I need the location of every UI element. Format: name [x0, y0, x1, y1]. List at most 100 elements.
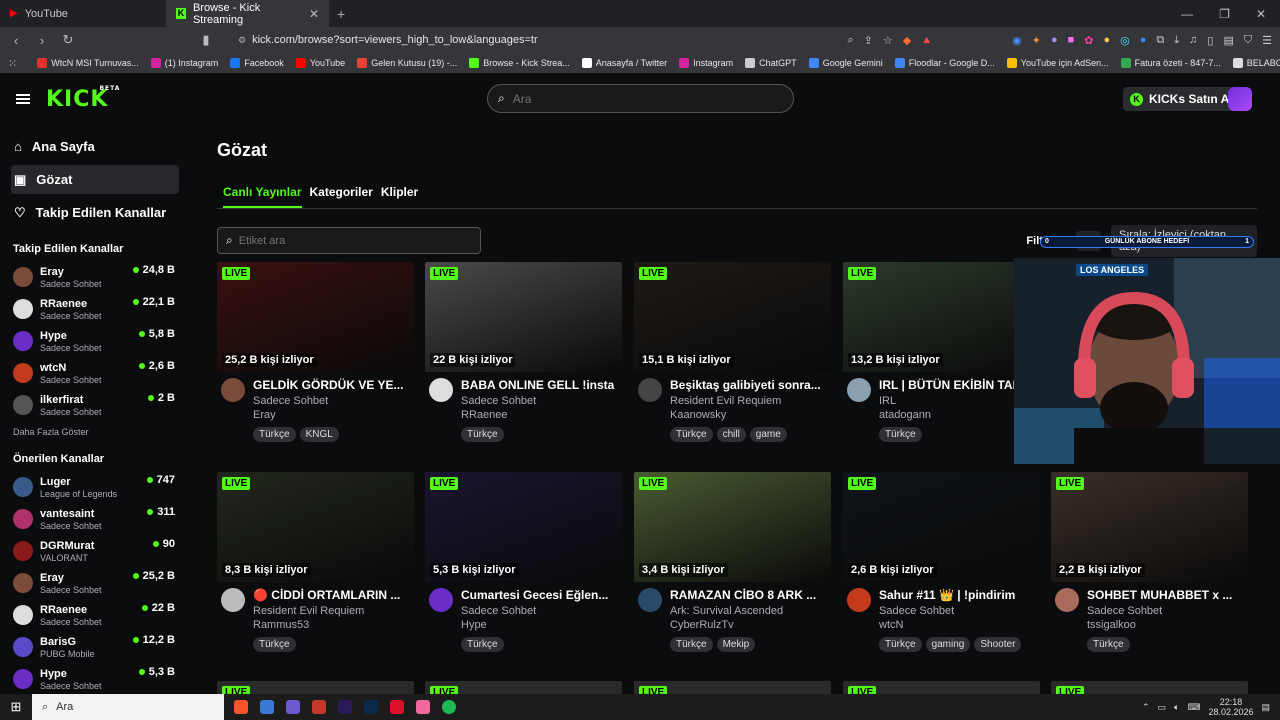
- notification-icon[interactable]: ▤: [1261, 702, 1270, 713]
- close-tab-icon[interactable]: ✕: [309, 7, 319, 21]
- channel-name[interactable]: Kaanowsky: [670, 409, 830, 421]
- extension-icon[interactable]: ◉: [1012, 34, 1022, 47]
- sidebar-channel[interactable]: Eray Sadece Sohbet 24,8 B: [0, 261, 190, 293]
- taskbar-search[interactable]: ⌕ Ara: [32, 694, 224, 720]
- bookmark-item[interactable]: Floodlar - Google D...: [889, 58, 1001, 68]
- bookmark-item[interactable]: Browse - Kick Strea...: [463, 58, 576, 68]
- tag-chip[interactable]: chill: [716, 427, 746, 442]
- tag-chip[interactable]: Türkçe: [461, 427, 504, 442]
- avatar[interactable]: [429, 378, 453, 402]
- bookmark-item[interactable]: Anasayfa / Twitter: [576, 58, 673, 68]
- extension-icon[interactable]: ■: [1068, 34, 1075, 47]
- tab-clips[interactable]: Klipler: [381, 179, 418, 208]
- brave-shield-icon[interactable]: ◆: [903, 34, 911, 47]
- extension-icon[interactable]: ●: [1104, 34, 1111, 47]
- clock[interactable]: 22:18 28.02.2026: [1208, 697, 1253, 717]
- tag-chip[interactable]: Türkçe: [253, 637, 296, 652]
- stream-title[interactable]: Cumartesi Gecesi Eğlen...: [461, 588, 621, 602]
- sidebar-channel[interactable]: RRaenee Sadece Sohbet 22 B: [0, 599, 190, 631]
- avatar[interactable]: [221, 378, 245, 402]
- tab-live-streams[interactable]: Canlı Yayınlar: [223, 179, 302, 208]
- stream-card[interactable]: LIVE 3,4 B kişi izliyor RAMAZAN CİBO 8 ARK…: [634, 472, 831, 652]
- stream-category[interactable]: Sadece Sohbet: [253, 395, 413, 407]
- sidebar-channel[interactable]: BarisG PUBG Mobile 12,2 B: [0, 631, 190, 663]
- stream-card[interactable]: LIVE 8,3 B kişi izliyor 🔴 CİDDİ ORTAMLARIN…: [217, 472, 414, 652]
- show-more-link[interactable]: Daha Fazla Göster: [13, 427, 190, 437]
- brave-icon[interactable]: [234, 700, 248, 714]
- new-tab-icon[interactable]: +: [329, 6, 353, 22]
- stream-title[interactable]: Sahur #11 👑 | !pindirim: [879, 588, 1039, 602]
- tag-chip[interactable]: Türkçe: [879, 427, 922, 442]
- tag-chip[interactable]: Türkçe: [670, 637, 713, 652]
- stream-card[interactable]: LIVE 2,6 B kişi izliyor Sahur #11 👑 | !pin…: [843, 472, 1040, 652]
- minimize-icon[interactable]: —: [1181, 7, 1193, 21]
- kick-logo[interactable]: KICK BETA: [46, 85, 119, 112]
- site-search[interactable]: ⌕: [487, 84, 794, 113]
- channel-name[interactable]: tssigalkoo: [1087, 619, 1247, 631]
- stream-card[interactable]: LIVE 5,3 B kişi izliyor Cumartesi Gecesi E…: [425, 472, 622, 652]
- tab-youtube[interactable]: ▶ YouTube: [0, 0, 166, 27]
- star-icon[interactable]: ☆: [883, 34, 893, 47]
- vpn-icon[interactable]: ⛉: [1244, 34, 1252, 47]
- menu-icon[interactable]: ☰: [1262, 34, 1272, 47]
- stream-thumbnail[interactable]: LIVE: [634, 681, 831, 695]
- keyboard-icon[interactable]: ⌨: [1187, 702, 1200, 713]
- extension-icon[interactable]: ✿: [1084, 34, 1093, 47]
- forward-icon[interactable]: ›: [34, 33, 50, 48]
- stream-category[interactable]: Sadece Sohbet: [1087, 605, 1247, 617]
- hamburger-menu-icon[interactable]: [16, 94, 30, 104]
- stream-card[interactable]: LIVE 2,2 B kişi izliyor SOHBET MUHABBET x …: [1051, 472, 1248, 652]
- stream-thumbnail[interactable]: LIVE: [1051, 681, 1248, 695]
- sidebar-channel[interactable]: Hype Sadece Sohbet 5,8 B: [0, 325, 190, 357]
- sidebar-item-following[interactable]: ♡ Takip Edilen Kanallar: [11, 198, 179, 227]
- tag-chip[interactable]: game: [749, 427, 787, 442]
- puzzle-icon[interactable]: ⧉: [1156, 34, 1164, 47]
- bookmark-item[interactable]: Instagram: [673, 58, 739, 68]
- stream-title[interactable]: BABA ONLINE GELL !insta: [461, 378, 621, 392]
- url-field[interactable]: ⚙ kick.com/browse?sort=viewers_high_to_l…: [238, 30, 778, 50]
- opera-icon[interactable]: [390, 700, 404, 714]
- apps-icon[interactable]: ⁙: [8, 57, 17, 70]
- tag-chip[interactable]: gaming: [925, 637, 971, 652]
- bookmark-item[interactable]: BELABOX cloud: [1227, 58, 1280, 68]
- stream-thumbnail[interactable]: LIVE 2,6 B kişi izliyor: [843, 472, 1040, 582]
- extension-icon[interactable]: ✦: [1032, 34, 1041, 47]
- extension-icon[interactable]: ●: [1051, 34, 1058, 47]
- tag-search-input[interactable]: [238, 234, 459, 247]
- stream-thumbnail[interactable]: LIVE 5,3 B kişi izliyor: [425, 472, 622, 582]
- stream-thumbnail[interactable]: LIVE 22 B kişi izliyor: [425, 262, 622, 372]
- bookmark-item[interactable]: Facebook: [224, 58, 290, 68]
- tag-chip[interactable]: Türkçe: [879, 637, 922, 652]
- stream-card[interactable]: LIVE 25,2 B kişi izliyor GELDİK GÖRDÜK VE …: [217, 262, 414, 442]
- stream-title[interactable]: Beşiktaş galibiyeti sonra...: [670, 378, 830, 392]
- stream-thumbnail[interactable]: LIVE 15,1 B kişi izliyor: [634, 262, 831, 372]
- tag-chip[interactable]: Shooter: [974, 637, 1022, 652]
- site-info-icon[interactable]: ⚙: [238, 35, 246, 46]
- channel-name[interactable]: CyberRulzTv: [670, 619, 830, 631]
- stream-card[interactable]: LIVE 15,1 B kişi izliyor Beşiktaş galibiye…: [634, 262, 831, 442]
- stream-card[interactable]: LIVE: [843, 681, 1040, 695]
- restore-icon[interactable]: ❐: [1219, 7, 1230, 21]
- extension-icon[interactable]: ◎: [1120, 34, 1130, 47]
- avatar[interactable]: [847, 588, 871, 612]
- stream-thumbnail[interactable]: LIVE: [217, 681, 414, 695]
- stream-category[interactable]: Sadece Sohbet: [461, 395, 621, 407]
- channel-name[interactable]: Hype: [461, 619, 621, 631]
- stream-card[interactable]: LIVE: [634, 681, 831, 695]
- stream-category[interactable]: Sadece Sohbet: [879, 605, 1039, 617]
- tab-categories[interactable]: Kategoriler: [310, 179, 373, 208]
- avatar[interactable]: [638, 588, 662, 612]
- bookmark-item[interactable]: Gelen Kutusu (19) -...: [351, 58, 463, 68]
- sidebar-channel[interactable]: RRaenee Sadece Sohbet 22,1 B: [0, 293, 190, 325]
- app-icon[interactable]: [312, 700, 326, 714]
- share-icon[interactable]: ⇪: [864, 34, 873, 47]
- sidebar-channel[interactable]: Luger League of Legends 747: [0, 471, 190, 503]
- sidebar-item-browse[interactable]: ▣ Gözat: [11, 165, 179, 194]
- back-icon[interactable]: ‹: [8, 33, 24, 48]
- download-icon[interactable]: ⤓: [1174, 34, 1179, 47]
- stream-title[interactable]: SOHBET MUHABBET x ...: [1087, 588, 1247, 602]
- stream-category[interactable]: Sadece Sohbet: [461, 605, 621, 617]
- stream-thumbnail[interactable]: LIVE 13,2 B kişi izliyor: [843, 262, 1040, 372]
- app-icon[interactable]: [260, 700, 274, 714]
- sidebar-channel[interactable]: vantesaint Sadece Sohbet 311: [0, 503, 190, 535]
